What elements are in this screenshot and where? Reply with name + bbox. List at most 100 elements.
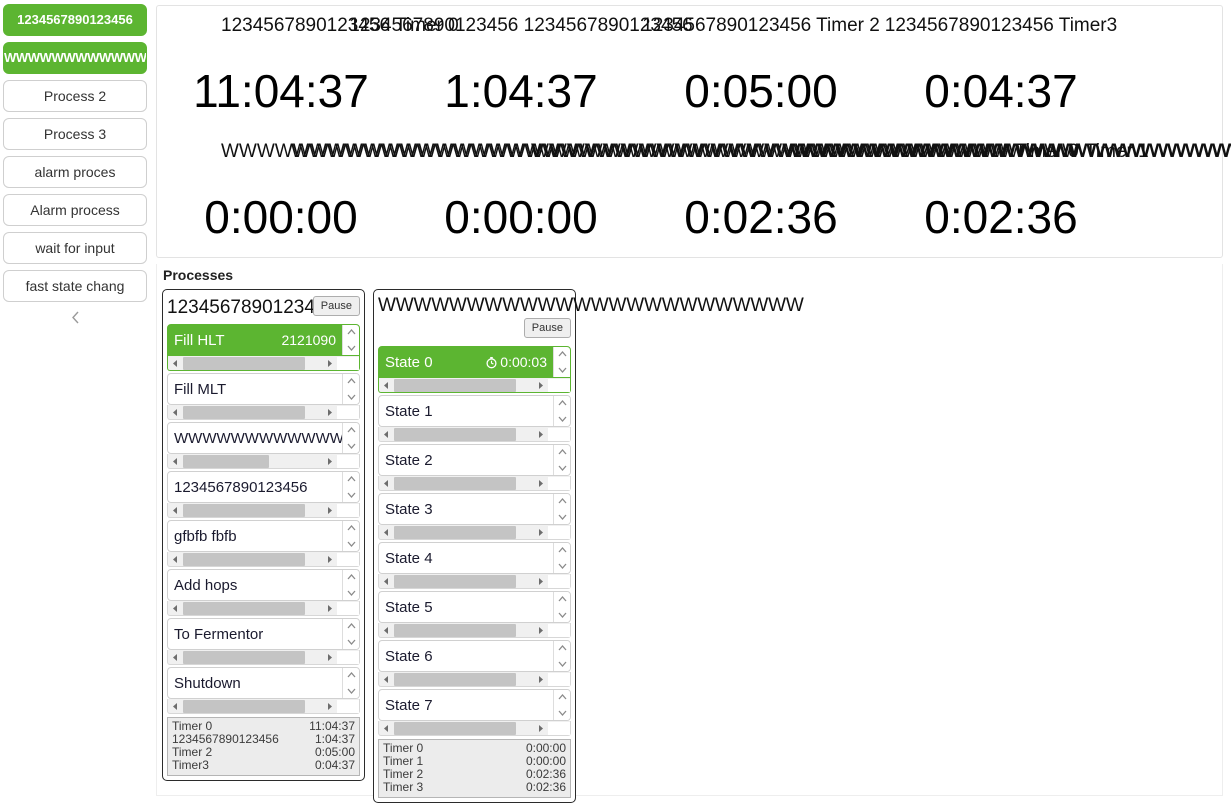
spinner-up-button[interactable] — [554, 592, 570, 607]
scrollbar-thumb[interactable] — [394, 525, 517, 539]
state-row[interactable]: WWWWWWWWWWWWWWWWWWWWWWWWW — [167, 422, 360, 454]
state-horizontal-scrollbar[interactable] — [378, 623, 571, 638]
state-row[interactable]: State 3 — [378, 493, 571, 525]
scroll-left-button[interactable] — [168, 700, 183, 713]
state-horizontal-scrollbar[interactable] — [378, 378, 571, 393]
spinner-down-button[interactable] — [343, 487, 359, 502]
scrollbar-track[interactable] — [183, 454, 322, 468]
state-row[interactable]: Fill MLT — [167, 373, 360, 405]
state-horizontal-scrollbar[interactable] — [378, 721, 571, 736]
scroll-right-button[interactable] — [322, 357, 337, 370]
spinner-down-button[interactable] — [554, 362, 570, 377]
scroll-right-button[interactable] — [322, 602, 337, 615]
scroll-right-button[interactable] — [322, 504, 337, 517]
spinner-up-button[interactable] — [554, 347, 570, 362]
scrollbar-thumb[interactable] — [183, 454, 270, 468]
pause-button[interactable]: Pause — [523, 318, 571, 338]
scrollbar-thumb[interactable] — [183, 405, 306, 419]
pause-button[interactable]: Pause — [312, 296, 360, 316]
scroll-left-button[interactable] — [379, 673, 394, 686]
scrollbar-track[interactable] — [394, 672, 533, 686]
scroll-left-button[interactable] — [168, 455, 183, 468]
spinner-down-button[interactable] — [343, 389, 359, 404]
scrollbar-track[interactable] — [394, 476, 533, 490]
scroll-left-button[interactable] — [379, 477, 394, 490]
scroll-right-button[interactable] — [322, 553, 337, 566]
spinner-down-button[interactable] — [343, 634, 359, 649]
state-row[interactable]: Shutdown — [167, 667, 360, 699]
spinner-down-button[interactable] — [343, 340, 359, 355]
scrollbar-thumb[interactable] — [183, 356, 306, 370]
scrollbar-thumb[interactable] — [183, 699, 306, 713]
spinner-up-button[interactable] — [554, 445, 570, 460]
scroll-right-button[interactable] — [322, 651, 337, 664]
scrollbar-thumb[interactable] — [394, 378, 517, 392]
state-row[interactable]: State 5 — [378, 591, 571, 623]
scrollbar-track[interactable] — [394, 574, 533, 588]
scrollbar-thumb[interactable] — [183, 552, 306, 566]
state-horizontal-scrollbar[interactable] — [167, 552, 360, 567]
scrollbar-thumb[interactable] — [394, 476, 517, 490]
spinner-up-button[interactable] — [554, 690, 570, 705]
spinner-up-button[interactable] — [343, 570, 359, 585]
spinner-down-button[interactable] — [554, 460, 570, 475]
sidebar-item-3[interactable]: Process 3 — [3, 118, 147, 150]
sidebar-item-0[interactable]: 1234567890123456 — [3, 4, 147, 36]
scrollbar-thumb[interactable] — [183, 601, 306, 615]
state-row[interactable]: State 6 — [378, 640, 571, 672]
scrollbar-track[interactable] — [183, 650, 322, 664]
scrollbar-track[interactable] — [394, 525, 533, 539]
spinner-up-button[interactable] — [343, 423, 359, 438]
scrollbar-track[interactable] — [183, 601, 322, 615]
spinner-down-button[interactable] — [554, 607, 570, 622]
scrollbar-thumb[interactable] — [394, 672, 517, 686]
scroll-left-button[interactable] — [168, 357, 183, 370]
scroll-left-button[interactable] — [168, 406, 183, 419]
state-row[interactable]: State 1 — [378, 395, 571, 427]
state-horizontal-scrollbar[interactable] — [378, 476, 571, 491]
scroll-right-button[interactable] — [533, 428, 548, 441]
scrollbar-thumb[interactable] — [394, 427, 517, 441]
state-row[interactable]: 1234567890123456 — [167, 471, 360, 503]
scroll-right-button[interactable] — [533, 477, 548, 490]
scroll-left-button[interactable] — [168, 651, 183, 664]
spinner-up-button[interactable] — [554, 494, 570, 509]
scroll-left-button[interactable] — [379, 624, 394, 637]
state-horizontal-scrollbar[interactable] — [167, 454, 360, 469]
spinner-up-button[interactable] — [343, 374, 359, 389]
scrollbar-thumb[interactable] — [394, 574, 517, 588]
spinner-up-button[interactable] — [554, 396, 570, 411]
scrollbar-track[interactable] — [183, 503, 322, 517]
scroll-right-button[interactable] — [322, 455, 337, 468]
scroll-right-button[interactable] — [533, 624, 548, 637]
spinner-down-button[interactable] — [554, 705, 570, 720]
scrollbar-thumb[interactable] — [394, 721, 517, 735]
spinner-down-button[interactable] — [343, 438, 359, 453]
state-horizontal-scrollbar[interactable] — [378, 672, 571, 687]
state-horizontal-scrollbar[interactable] — [167, 503, 360, 518]
state-row[interactable]: State 7 — [378, 689, 571, 721]
spinner-down-button[interactable] — [343, 683, 359, 698]
sidebar-item-5[interactable]: Alarm process — [3, 194, 147, 226]
scrollbar-track[interactable] — [183, 405, 322, 419]
spinner-down-button[interactable] — [554, 411, 570, 426]
scroll-right-button[interactable] — [322, 700, 337, 713]
scroll-left-button[interactable] — [168, 504, 183, 517]
sidebar-item-6[interactable]: wait for input — [3, 232, 147, 264]
spinner-down-button[interactable] — [554, 656, 570, 671]
scrollbar-track[interactable] — [394, 623, 533, 637]
state-row[interactable]: State 0 0:00:03 — [378, 346, 571, 378]
state-horizontal-scrollbar[interactable] — [167, 405, 360, 420]
scrollbar-track[interactable] — [183, 552, 322, 566]
scroll-left-button[interactable] — [168, 602, 183, 615]
scrollbar-track[interactable] — [183, 356, 322, 370]
state-horizontal-scrollbar[interactable] — [378, 525, 571, 540]
state-row[interactable]: State 4 — [378, 542, 571, 574]
scrollbar-thumb[interactable] — [183, 650, 306, 664]
scroll-left-button[interactable] — [168, 553, 183, 566]
scroll-left-button[interactable] — [379, 722, 394, 735]
scrollbar-track[interactable] — [394, 378, 533, 392]
spinner-up-button[interactable] — [343, 325, 359, 340]
scroll-right-button[interactable] — [533, 379, 548, 392]
scrollbar-track[interactable] — [183, 699, 322, 713]
